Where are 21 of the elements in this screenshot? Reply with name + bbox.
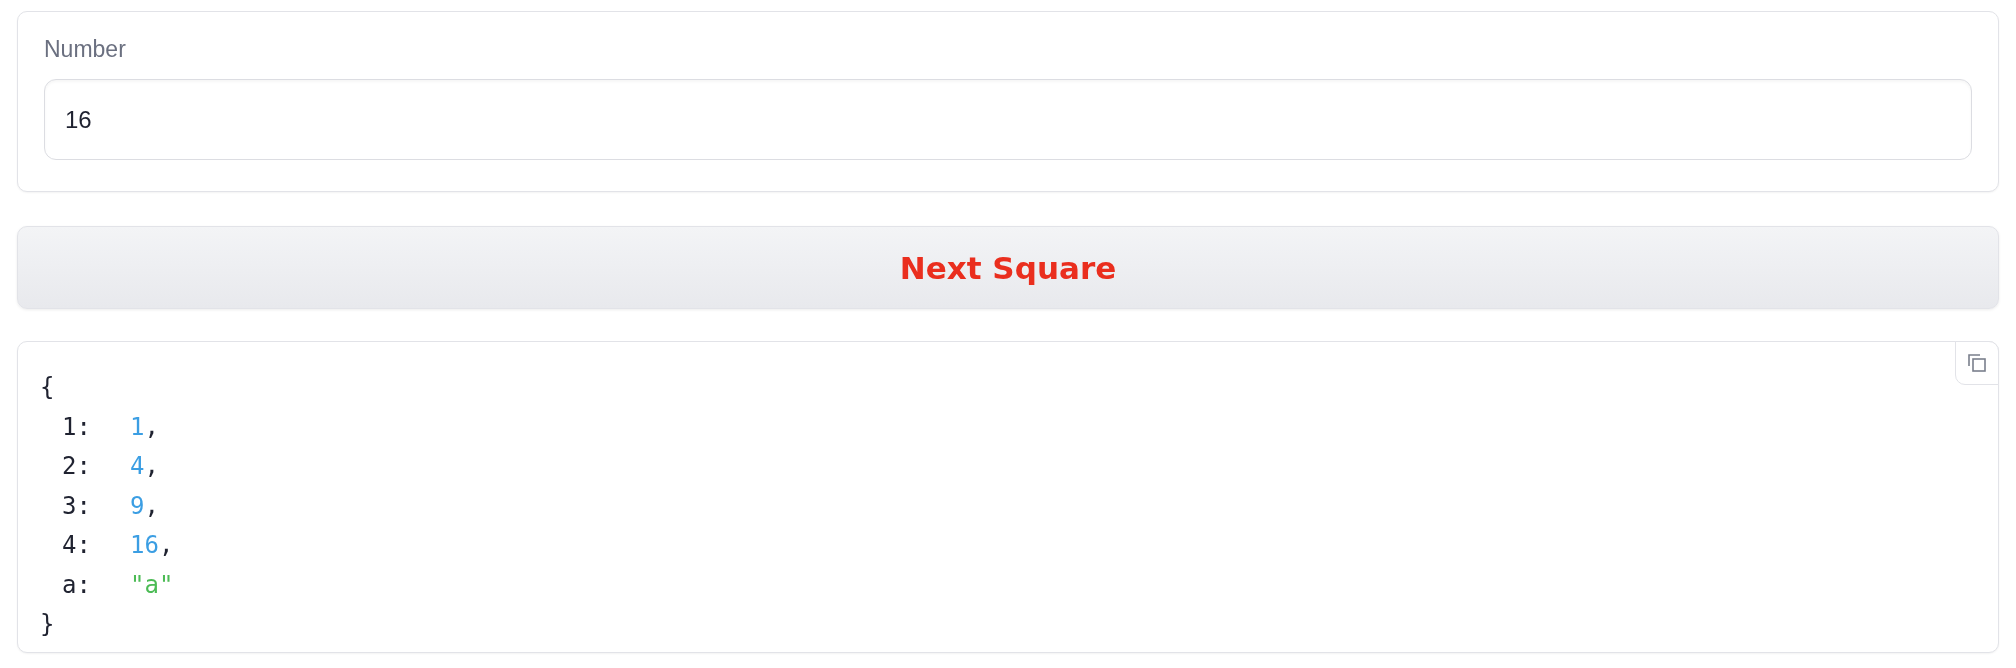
json-key: 1: <box>62 407 130 447</box>
json-value: 9 <box>130 490 145 522</box>
json-key: 3: <box>62 486 130 526</box>
comma: , <box>144 411 159 443</box>
next-square-button[interactable]: Next Square <box>17 226 1999 309</box>
json-key: a: <box>62 565 130 605</box>
copy-icon <box>1968 354 1986 372</box>
json-value: 4 <box>130 451 145 482</box>
json-key: 2: <box>62 447 130 487</box>
brace: } <box>40 609 55 640</box>
copy-button[interactable] <box>1955 341 1999 385</box>
json-key: 4: <box>62 526 130 566</box>
comma: , <box>158 530 174 561</box>
comma: , <box>144 451 159 482</box>
brace: { <box>40 372 55 403</box>
field-label: Number <box>44 36 127 63</box>
json-value: 16 <box>130 530 159 561</box>
json-value: 1 <box>130 411 145 443</box>
json-value: "a" <box>130 569 174 601</box>
comma: , <box>144 490 159 522</box>
number-input-field[interactable]: 16 <box>44 79 1972 160</box>
